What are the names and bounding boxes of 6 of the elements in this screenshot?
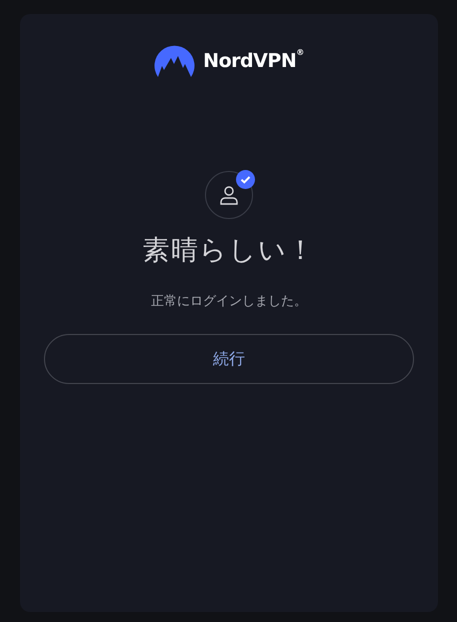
continue-button[interactable]: 続行	[44, 334, 414, 384]
mountain-logo-icon	[154, 44, 196, 78]
check-badge-icon	[236, 170, 255, 189]
login-message: 正常にログインしました。	[151, 292, 307, 310]
logo-text: NordVPN$^{®}$	[203, 47, 304, 74]
success-title: 素晴らしい！	[142, 234, 316, 268]
